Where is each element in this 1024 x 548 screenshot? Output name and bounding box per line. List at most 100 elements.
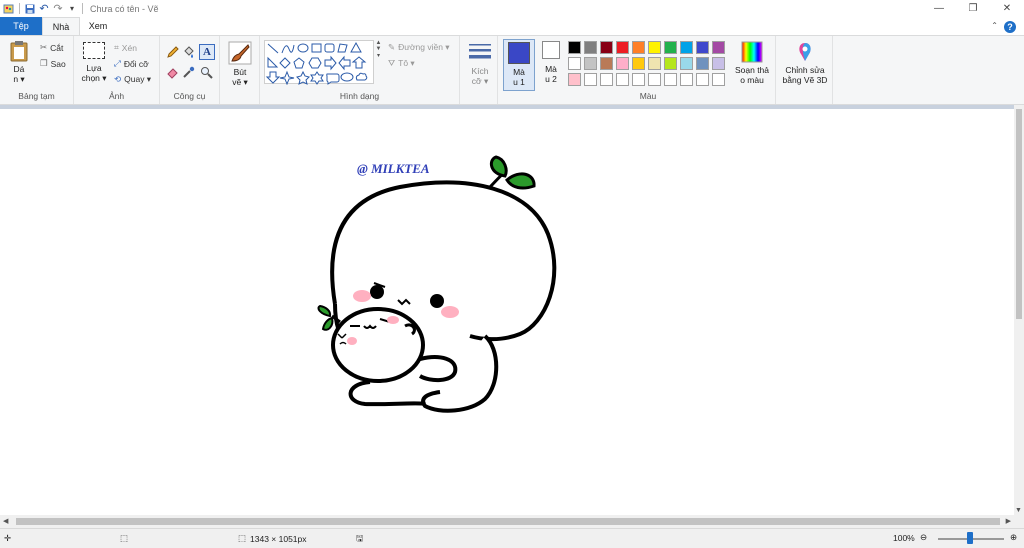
cut-button[interactable]: ✂ Cắt (40, 42, 63, 53)
palette-color-swatch[interactable] (648, 57, 661, 70)
fill-dropdown[interactable]: ⛛ Tô ▾ (388, 58, 415, 69)
color2-button[interactable]: Mà u 2 (538, 41, 564, 84)
polygon-shape-icon[interactable] (337, 43, 348, 53)
vertical-scrollbar[interactable]: ▼ (1014, 105, 1024, 515)
palette-color-swatch[interactable] (712, 73, 725, 86)
palette-color-swatch[interactable] (584, 57, 597, 70)
line-shape-icon[interactable] (267, 43, 279, 54)
tab-home[interactable]: Nhà (42, 17, 80, 35)
undo-icon[interactable]: ↶ (37, 2, 51, 16)
scroll-right-arrow-icon[interactable]: ▶ (1006, 517, 1011, 525)
oval-shape-icon[interactable] (297, 43, 309, 53)
redo-icon[interactable]: ↷ (51, 2, 65, 16)
collapse-ribbon-icon[interactable]: ⌃ (991, 21, 998, 30)
outline-dropdown[interactable]: ✎ Đường viền ▾ (388, 42, 450, 53)
resize-icon: ⤢ (114, 58, 121, 68)
minimize-icon[interactable]: — (922, 0, 956, 17)
six-point-star-shape-icon[interactable] (310, 71, 324, 85)
down-arrow-shape-icon[interactable] (265, 71, 281, 84)
palette-color-swatch[interactable] (568, 57, 581, 70)
scroll-left-arrow-icon[interactable]: ◀ (3, 517, 8, 525)
palette-color-swatch[interactable] (632, 57, 645, 70)
palette-color-swatch[interactable] (696, 41, 709, 54)
expand-gallery-icon[interactable]: ▾ (377, 52, 380, 59)
close-icon[interactable]: ✕ (990, 0, 1024, 17)
shapes-gallery-scroll[interactable]: ▲ ▼ ▾ (374, 40, 383, 84)
canvas-viewport: @ MILKTEA (0, 105, 1014, 515)
select-button[interactable]: Lựa chọn ▾ (78, 42, 110, 83)
palette-color-swatch[interactable] (664, 73, 677, 86)
right-triangle-shape-icon[interactable] (267, 56, 279, 68)
help-icon[interactable]: ? (1004, 21, 1016, 33)
palette-color-swatch[interactable] (600, 57, 613, 70)
drawing-canvas[interactable]: @ MILKTEA (0, 109, 1014, 515)
left-arrow-shape-icon[interactable] (338, 55, 351, 71)
resize-button[interactable]: ⤢ Đổi cỡ (114, 58, 149, 69)
tab-view[interactable]: Xem (80, 17, 116, 35)
palette-color-swatch[interactable] (648, 73, 661, 86)
edit-with-paint3d-button[interactable]: Chỉnh sửa bằng Vẽ 3D (779, 41, 831, 85)
palette-color-swatch[interactable] (632, 41, 645, 54)
magnifier-icon[interactable] (200, 66, 213, 81)
palette-color-swatch[interactable] (680, 57, 693, 70)
palette-color-swatch[interactable] (616, 73, 629, 86)
brushes-button[interactable]: Bút vẽ ▾ (226, 41, 254, 87)
maximize-icon[interactable]: ❐ (956, 0, 990, 17)
palette-color-swatch[interactable] (680, 73, 693, 86)
palette-color-swatch[interactable] (616, 41, 629, 54)
paint-app-icon[interactable] (2, 2, 16, 16)
palette-color-swatch[interactable] (600, 41, 613, 54)
tab-file[interactable]: Tệp (0, 17, 42, 35)
palette-color-swatch[interactable] (664, 57, 677, 70)
horizontal-scrollbar[interactable]: ◀ ▶ (0, 515, 1014, 528)
palette-color-swatch[interactable] (568, 73, 581, 86)
cloud-callout-shape-icon[interactable] (355, 72, 368, 81)
four-point-star-shape-icon[interactable] (279, 70, 295, 86)
paste-button[interactable]: Dá n ▾ (6, 40, 32, 84)
palette-color-swatch[interactable] (568, 41, 581, 54)
color-picker-icon[interactable] (182, 66, 195, 81)
zoom-in-icon[interactable]: ⊕ (1010, 532, 1017, 543)
eraser-icon[interactable] (166, 66, 179, 81)
triangle-shape-icon[interactable] (350, 41, 362, 53)
rounded-rectangle-shape-icon[interactable] (324, 43, 335, 53)
vertical-scrollbar-thumb[interactable] (1016, 109, 1022, 319)
zoom-out-icon[interactable]: ⊖ (920, 532, 927, 543)
rotate-button[interactable]: ⟲ Quay ▾ (114, 74, 151, 85)
five-point-star-shape-icon[interactable] (296, 70, 310, 85)
palette-color-swatch[interactable] (632, 73, 645, 86)
palette-color-swatch[interactable] (696, 73, 709, 86)
copy-button[interactable]: ❐ Sao (40, 58, 66, 69)
curve-shape-icon[interactable] (281, 44, 295, 54)
fill-bucket-icon[interactable] (182, 46, 195, 61)
save-icon[interactable] (23, 2, 37, 16)
palette-color-swatch[interactable] (712, 41, 725, 54)
palette-color-swatch[interactable] (600, 73, 613, 86)
palette-color-swatch[interactable] (664, 41, 677, 54)
horizontal-scrollbar-thumb[interactable] (16, 518, 1000, 525)
text-tool-icon[interactable]: A (199, 44, 215, 60)
rounded-callout-shape-icon[interactable] (326, 73, 340, 85)
up-arrow-shape-icon[interactable] (351, 56, 367, 69)
crop-button[interactable]: ⌗ Xén (114, 42, 137, 53)
color1-button[interactable]: Mà u 1 (503, 39, 535, 91)
zoom-slider-thumb[interactable] (967, 532, 973, 544)
palette-color-swatch[interactable] (648, 41, 661, 54)
hexagon-shape-icon[interactable] (308, 57, 322, 69)
diamond-shape-icon[interactable] (279, 57, 291, 69)
size-button[interactable]: Kích cỡ ▾ (466, 42, 494, 86)
right-arrow-shape-icon[interactable] (324, 55, 337, 71)
palette-color-swatch[interactable] (584, 41, 597, 54)
palette-color-swatch[interactable] (696, 57, 709, 70)
palette-color-swatch[interactable] (584, 73, 597, 86)
edit-colors-button[interactable]: Soạn thả o màu (733, 41, 771, 85)
pentagon-shape-icon[interactable] (293, 57, 305, 69)
rectangle-shape-icon[interactable] (311, 43, 322, 53)
oval-callout-shape-icon[interactable] (340, 72, 354, 82)
pencil-icon[interactable] (166, 46, 179, 61)
palette-color-swatch[interactable] (712, 57, 725, 70)
palette-color-swatch[interactable] (680, 41, 693, 54)
scroll-down-arrow-icon[interactable]: ▼ (1015, 507, 1022, 514)
customize-toolbar-icon[interactable]: ▾ (65, 2, 79, 16)
palette-color-swatch[interactable] (616, 57, 629, 70)
